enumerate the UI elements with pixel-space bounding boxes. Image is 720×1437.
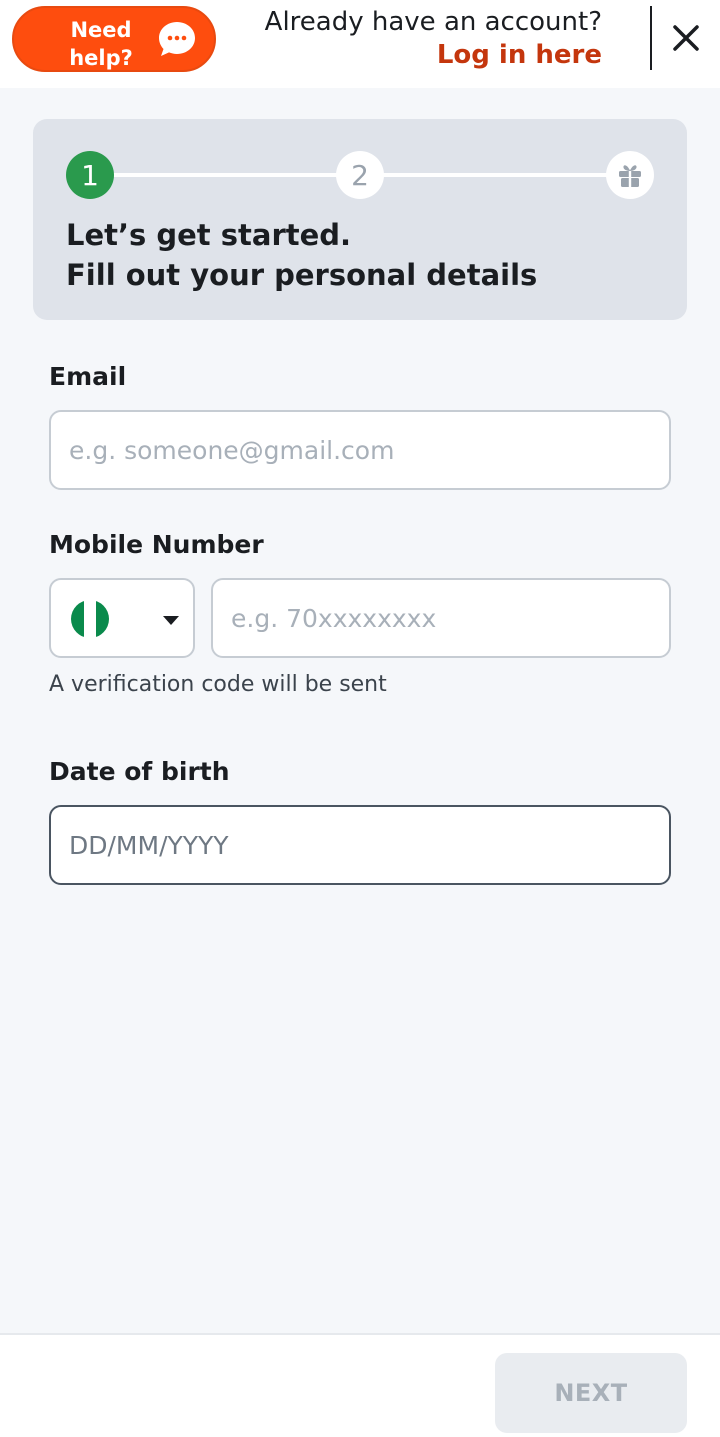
step-1-indicator: 1 xyxy=(66,151,114,199)
step-heading-line2: Fill out your personal details xyxy=(66,258,538,292)
gift-icon xyxy=(619,165,641,187)
verification-hint: A verification code will be sent xyxy=(49,672,387,697)
mobile-number-label: Mobile Number xyxy=(49,530,264,559)
step-heading: Let’s get started. Fill out your persona… xyxy=(66,215,537,295)
account-prompt: Already have an account? xyxy=(264,7,602,37)
header-divider xyxy=(650,6,652,70)
nigeria-flag-icon xyxy=(71,600,109,638)
country-code-dropdown[interactable] xyxy=(49,578,195,658)
email-label: Email xyxy=(49,362,127,391)
caret-down-icon xyxy=(163,616,179,625)
step-connector xyxy=(383,173,609,177)
mobile-number-input[interactable] xyxy=(211,578,671,658)
chat-bubble-icon xyxy=(159,22,195,56)
signup-page: Need help? Already have an account? Log … xyxy=(0,0,720,1437)
close-icon[interactable] xyxy=(670,22,702,54)
stepper-card: 1 2 Let’s get started. Fill out your per… xyxy=(33,119,687,320)
footer-bar: NEXT xyxy=(0,1333,720,1437)
step-reward-indicator xyxy=(606,151,654,199)
step-1-label: 1 xyxy=(81,158,99,192)
step-2-label: 2 xyxy=(351,158,369,192)
account-login-block: Already have an account? Log in here xyxy=(265,6,602,72)
email-input[interactable] xyxy=(49,410,671,490)
need-help-label: Need help? xyxy=(69,18,133,70)
step-heading-line1: Let’s get started. xyxy=(66,218,352,252)
next-button[interactable]: NEXT xyxy=(495,1353,687,1433)
step-2-indicator: 2 xyxy=(336,151,384,199)
step-connector xyxy=(113,173,339,177)
date-of-birth-input[interactable] xyxy=(49,805,671,885)
need-help-button[interactable]: Need help? xyxy=(12,6,216,72)
date-of-birth-label: Date of birth xyxy=(49,757,230,786)
header-bar: Need help? Already have an account? Log … xyxy=(0,0,720,88)
login-link[interactable]: Log in here xyxy=(265,38,602,72)
